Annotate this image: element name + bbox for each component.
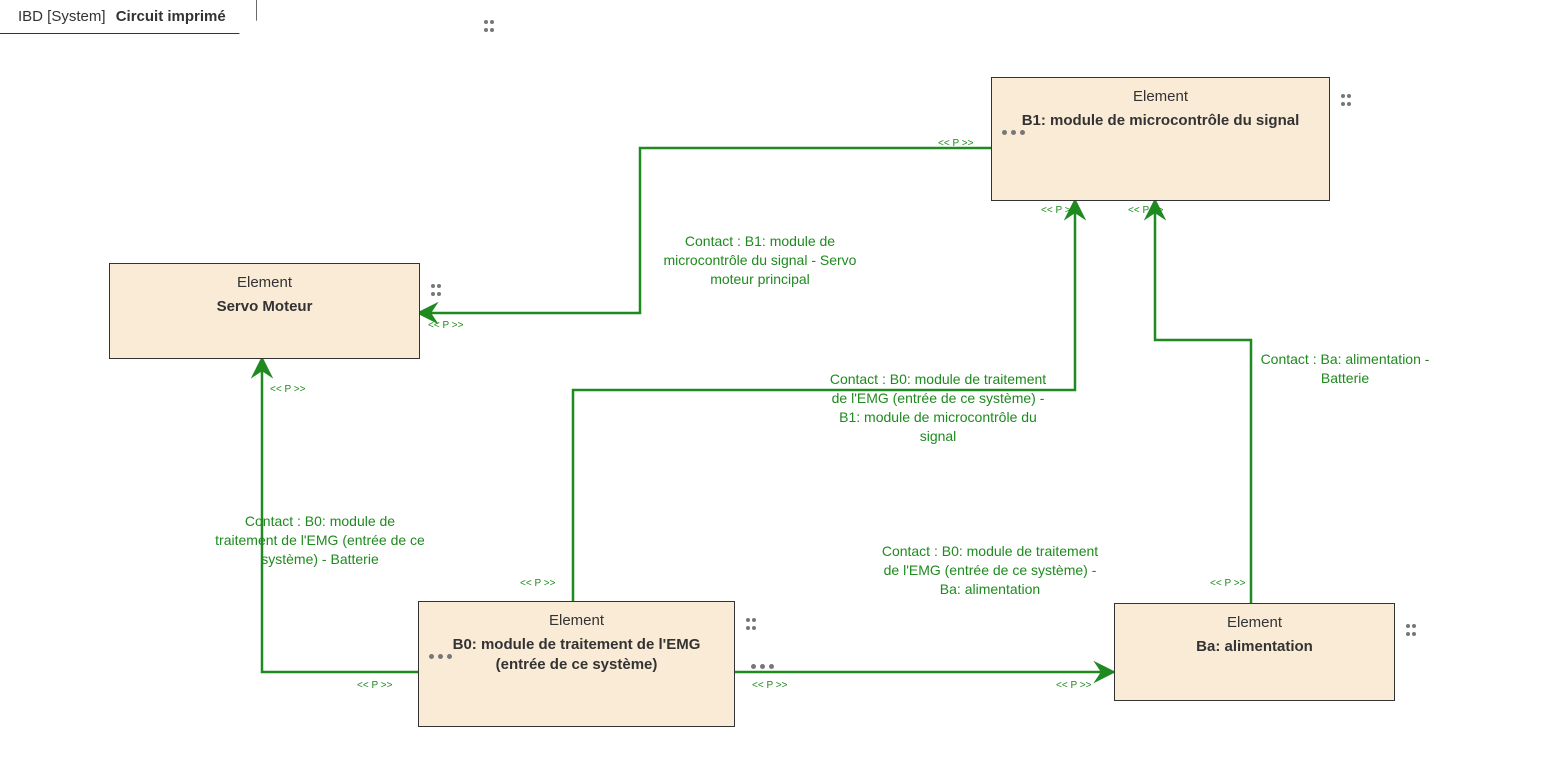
connector-label-ba-b1: Contact : Ba: alimentation - Batterie: [1255, 350, 1435, 388]
port-label: << P >>: [1210, 578, 1245, 589]
block-b1-microcontrole[interactable]: Element B1: module de microcontrôle du s…: [991, 77, 1330, 201]
port-label: << P >>: [1041, 205, 1076, 216]
block-name: B1: module de microcontrôle du signal: [992, 105, 1329, 145]
drag-handle-icon[interactable]: [1341, 92, 1351, 110]
block-stereotype: Element: [110, 264, 419, 291]
block-stereotype: Element: [992, 78, 1329, 105]
port-label: << P >>: [270, 384, 305, 395]
block-name: Servo Moteur: [110, 291, 419, 331]
ellipsis-icon: [429, 654, 452, 660]
ellipsis-icon: [751, 664, 774, 670]
block-stereotype: Element: [419, 602, 734, 629]
diagram-title-tab: IBD [System] Circuit imprimé: [0, 0, 257, 34]
connector-label-b0-b1: Contact : B0: module de traitement de l'…: [823, 370, 1053, 446]
port-label: << P >>: [1056, 680, 1091, 691]
drag-handle-icon[interactable]: [1406, 622, 1416, 640]
connector-label-b1-servo: Contact : B1: module de microcontrôle du…: [660, 232, 860, 289]
drag-handle-icon[interactable]: [484, 18, 494, 36]
drag-handle-icon[interactable]: [431, 282, 441, 300]
block-name: B0: module de traitement de l'EMG (entré…: [419, 629, 734, 690]
connector-ba-b1: [1155, 200, 1251, 603]
port-label: << P >>: [428, 320, 463, 331]
port-label: << P >>: [357, 680, 392, 691]
block-b0-traitement-emg[interactable]: Element B0: module de traitement de l'EM…: [418, 601, 735, 727]
block-ba-alimentation[interactable]: Element Ba: alimentation: [1114, 603, 1395, 701]
diagram-name: Circuit imprimé: [116, 8, 226, 25]
port-label: << P >>: [520, 578, 555, 589]
port-label: << P >>: [752, 680, 787, 691]
connector-label-b0-ba: Contact : B0: module de traitement de l'…: [880, 542, 1100, 599]
connector-label-b0-batterie: Contact : B0: module de traitement de l'…: [215, 512, 425, 569]
block-stereotype: Element: [1115, 604, 1394, 631]
drag-handle-icon[interactable]: [746, 616, 756, 634]
diagram-kind: IBD [System]: [18, 8, 106, 25]
port-label: << P >>: [938, 138, 973, 149]
block-name: Ba: alimentation: [1115, 631, 1394, 671]
block-servo-moteur[interactable]: Element Servo Moteur: [109, 263, 420, 359]
ellipsis-icon: [1002, 130, 1025, 136]
port-label: << P >>: [1128, 205, 1163, 216]
